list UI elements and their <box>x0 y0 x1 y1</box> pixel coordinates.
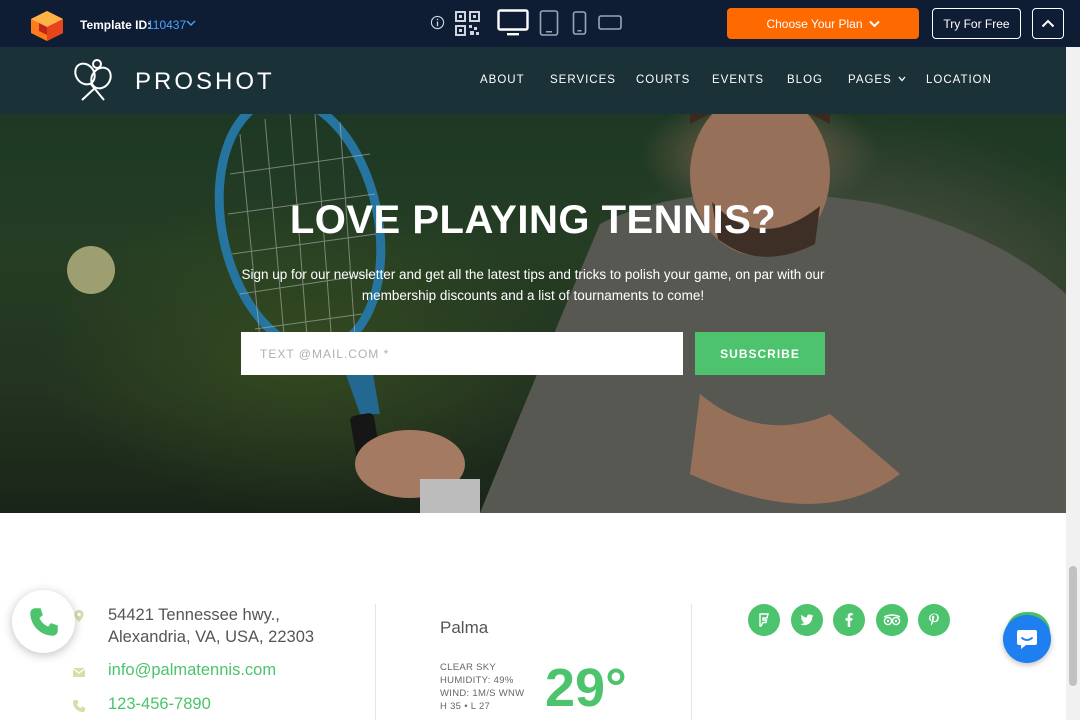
twitter-icon <box>800 614 814 626</box>
pinterest-link[interactable] <box>918 604 950 636</box>
site-name[interactable]: PROSHOT <box>135 68 275 96</box>
call-button[interactable] <box>12 590 75 653</box>
template-id-value[interactable]: 110437 <box>147 18 186 32</box>
try-for-free-label: Try For Free <box>943 16 1010 31</box>
pinterest-icon <box>929 613 939 626</box>
nav-blog[interactable]: BLOG <box>787 74 823 86</box>
builder-logo-icon[interactable] <box>30 10 64 42</box>
nav-about[interactable]: ABOUT <box>480 74 525 86</box>
phone-landscape-view-icon[interactable] <box>598 14 622 31</box>
contact-address: 54421 Tennessee hwy., Alexandria, VA, US… <box>108 604 314 648</box>
choose-plan-label: Choose Your Plan <box>766 16 863 31</box>
weather-humidity: HUMIDITY: 49% <box>440 675 514 686</box>
facebook-link[interactable] <box>833 604 865 636</box>
tripadvisor-icon <box>883 614 901 626</box>
builder-toolbar: Template ID: 110437 Choose Your Plan Try… <box>0 0 1080 47</box>
nav-events[interactable]: EVENTS <box>712 74 764 86</box>
try-for-free-button[interactable]: Try For Free <box>932 8 1021 39</box>
nav-location[interactable]: LOCATION <box>926 74 992 86</box>
footer-divider <box>691 604 692 720</box>
hero-subtitle: Sign up for our newsletter and get all t… <box>241 267 825 303</box>
live-chat-button[interactable] <box>1003 615 1051 663</box>
foursquare-icon <box>759 613 769 627</box>
desktop-view-icon[interactable] <box>497 9 529 37</box>
nav-pages[interactable]: PAGES <box>848 74 906 86</box>
hero-section: LOVE PLAYING TENNIS? Sign up for our new… <box>0 114 1066 513</box>
choose-plan-button[interactable]: Choose Your Plan <box>727 8 919 39</box>
twitter-link[interactable] <box>791 604 823 636</box>
subscribe-button[interactable]: SUBSCRIBE <box>695 332 825 375</box>
phone-view-icon[interactable] <box>572 11 587 35</box>
nav-courts[interactable]: COURTS <box>636 74 690 86</box>
contact-phone-link[interactable]: 123-456-7890 <box>108 695 211 714</box>
hero-overlay <box>0 114 1066 513</box>
footer-divider <box>375 604 376 720</box>
chevron-down-icon <box>898 76 906 82</box>
address-line-1: 54421 Tennessee hwy., <box>108 606 280 624</box>
phone-icon <box>29 607 58 636</box>
hero-title: LOVE PLAYING TENNIS? <box>289 198 777 242</box>
scrollbar-thumb[interactable] <box>1069 566 1077 686</box>
newsletter-email-input[interactable] <box>241 332 683 375</box>
qr-code-icon[interactable] <box>455 11 480 36</box>
envelope-icon <box>72 668 86 677</box>
weather-city: Palma <box>440 618 489 637</box>
contact-email-link[interactable]: info@palmatennis.com <box>108 661 276 680</box>
chevron-down-icon <box>868 20 880 27</box>
facebook-icon <box>845 613 853 627</box>
collapse-toolbar-button[interactable] <box>1032 8 1064 39</box>
weather-high-low: H 35 • L 27 <box>440 701 491 712</box>
weather-condition: CLEAR SKY <box>440 662 497 673</box>
foursquare-link[interactable] <box>748 604 780 636</box>
nav-pages-label: PAGES <box>848 74 892 86</box>
weather-wind: WIND: 1M/S WNW <box>440 688 525 699</box>
weather-temperature: 29° <box>545 658 627 718</box>
tripadvisor-link[interactable] <box>876 604 908 636</box>
tablet-view-icon[interactable] <box>539 10 559 36</box>
site-header: PROSHOT ABOUT SERVICES COURTS EVENTS BLO… <box>0 47 1066 114</box>
address-line-2: Alexandria, VA, USA, 22303 <box>108 628 315 646</box>
chevron-up-icon <box>1041 19 1055 28</box>
chevron-down-icon[interactable] <box>186 18 196 28</box>
chat-bubble-icon <box>1017 630 1037 649</box>
nav-services[interactable]: SERVICES <box>550 74 616 86</box>
phone-icon <box>73 700 85 712</box>
info-icon[interactable] <box>430 15 445 30</box>
crossed-rackets-icon[interactable] <box>70 58 118 104</box>
page-scrollbar[interactable] <box>1066 47 1080 720</box>
template-id-label: Template ID: <box>80 18 152 32</box>
